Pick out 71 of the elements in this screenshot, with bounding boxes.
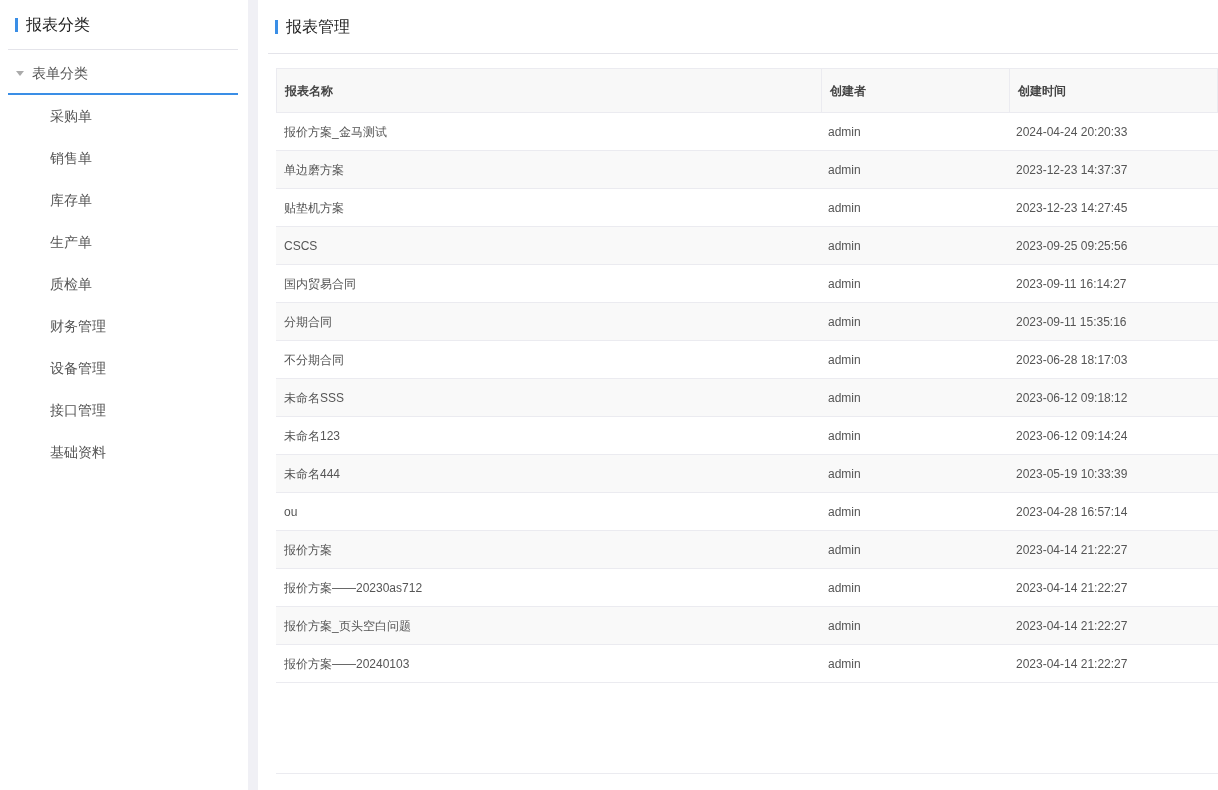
table-cell-text: 2023-06-12 09:18:12	[1015, 389, 1129, 407]
table-cell-text: 2023-04-14 21:22:27	[1015, 579, 1129, 597]
tree-item[interactable]: 库存单	[8, 179, 238, 221]
page-title: 报表管理	[286, 16, 350, 37]
tree-item[interactable]: 设备管理	[8, 347, 238, 389]
table-cell-text: admin	[827, 389, 862, 407]
title-accent-bar	[275, 19, 278, 34]
table-cell-text: 2023-12-23 14:37:37	[1015, 161, 1129, 179]
table-cell-text: 国内贸易合同	[283, 275, 357, 293]
table-cell-text: 报价方案——20240103	[283, 655, 411, 673]
table-cell-text: 2023-09-11 16:14:27	[1015, 275, 1128, 293]
table-cell-text: admin	[827, 427, 862, 445]
table-cell-text: 未命名444	[283, 465, 342, 483]
table-cell-text: 2023-04-14 21:22:27	[1015, 617, 1129, 635]
table-cell-text: admin	[827, 199, 862, 217]
table-row[interactable]: 报价方案 admin 2023-04-14 21:22:27	[276, 531, 1218, 569]
table-cell-text: 2024-04-24 20:20:33	[1015, 123, 1129, 141]
table-cell-text: 2023-04-28 16:57:14	[1015, 503, 1129, 521]
column-header: 报表名称	[284, 82, 334, 100]
table-cell-text: 2023-06-12 09:14:24	[1015, 427, 1129, 445]
table-cell-text: admin	[827, 541, 862, 559]
table-cell-text: admin	[827, 123, 862, 141]
table-row[interactable]: 未命名SSS admin 2023-06-12 09:18:12	[276, 379, 1218, 417]
table-cell-text: admin	[827, 465, 862, 483]
table-row[interactable]: 分期合同 admin 2023-09-11 15:35:16	[276, 303, 1218, 341]
table-row[interactable]: CSCS admin 2023-09-25 09:25:56	[276, 227, 1218, 265]
table-cell-text: admin	[827, 655, 862, 673]
table-cell-text: admin	[827, 275, 862, 293]
tree-item[interactable]: 质检单	[8, 263, 238, 305]
tree-item[interactable]: 财务管理	[8, 305, 238, 347]
table-cell-text: 未命名123	[283, 427, 342, 445]
table-cell-text: 2023-12-23 14:27:45	[1015, 199, 1129, 217]
tree-item[interactable]: 基础资料	[8, 431, 238, 473]
tree-label: 表单分类	[32, 63, 88, 83]
table-row[interactable]: 单边磨方案 admin 2023-12-23 14:37:37	[276, 151, 1218, 189]
table-cell-text: 2023-05-19 10:33:39	[1015, 465, 1129, 483]
table-cell-text: admin	[827, 617, 862, 635]
table-cell-text: 报价方案_金马测试	[283, 123, 388, 141]
caret-icon	[16, 70, 24, 76]
table-cell-text: 贴垫机方案	[283, 199, 345, 217]
column-header: 创建者	[821, 69, 1009, 112]
table-cell-text: 报价方案	[283, 541, 333, 559]
table-cell-text: 2023-09-25 09:25:56	[1015, 237, 1129, 255]
tree-item[interactable]: 采购单	[8, 95, 238, 137]
table-cell-text: admin	[827, 313, 862, 331]
table-cell-text: 未命名SSS	[283, 389, 345, 407]
table-cell-text: admin	[827, 579, 862, 597]
tree-item[interactable]: 表单分类	[8, 53, 238, 95]
tree-item[interactable]: 接口管理	[8, 389, 238, 431]
table-cell-text: ou	[283, 503, 299, 521]
table-cell-text: 2023-04-14 21:22:27	[1015, 541, 1129, 559]
table-cell-text: admin	[827, 237, 862, 255]
tree-item[interactable]: 生产单	[8, 221, 238, 263]
column-header: 创建时间	[1009, 69, 1217, 112]
sidebar-title: 报表分类	[26, 14, 90, 35]
table-cell-text: 2023-06-28 18:17:03	[1015, 351, 1129, 369]
table-row[interactable]: 报价方案_页头空白问题 admin 2023-04-14 21:22:27	[276, 607, 1218, 645]
table-cell-text: admin	[827, 503, 862, 521]
table-cell-text: CSCS	[283, 237, 319, 255]
table-cell-text: 单边磨方案	[283, 161, 345, 179]
table-cell-text: 2023-09-11 15:35:16	[1015, 313, 1128, 331]
title-accent-bar	[15, 17, 18, 32]
table-cell-text: 报价方案——20230as712	[283, 579, 424, 597]
table-row[interactable]: 未命名444 admin 2023-05-19 10:33:39	[276, 455, 1218, 493]
table-cell-text: 不分期合同	[283, 351, 345, 369]
table-cell-text: 报价方案_页头空白问题	[283, 617, 412, 635]
table-cell-text: admin	[827, 351, 862, 369]
table-cell-text: 分期合同	[283, 313, 333, 331]
table-cell-text: 2023-04-14 21:22:27	[1015, 655, 1129, 673]
tree-item[interactable]: 销售单	[8, 137, 238, 179]
table-cell-text: admin	[827, 161, 862, 179]
